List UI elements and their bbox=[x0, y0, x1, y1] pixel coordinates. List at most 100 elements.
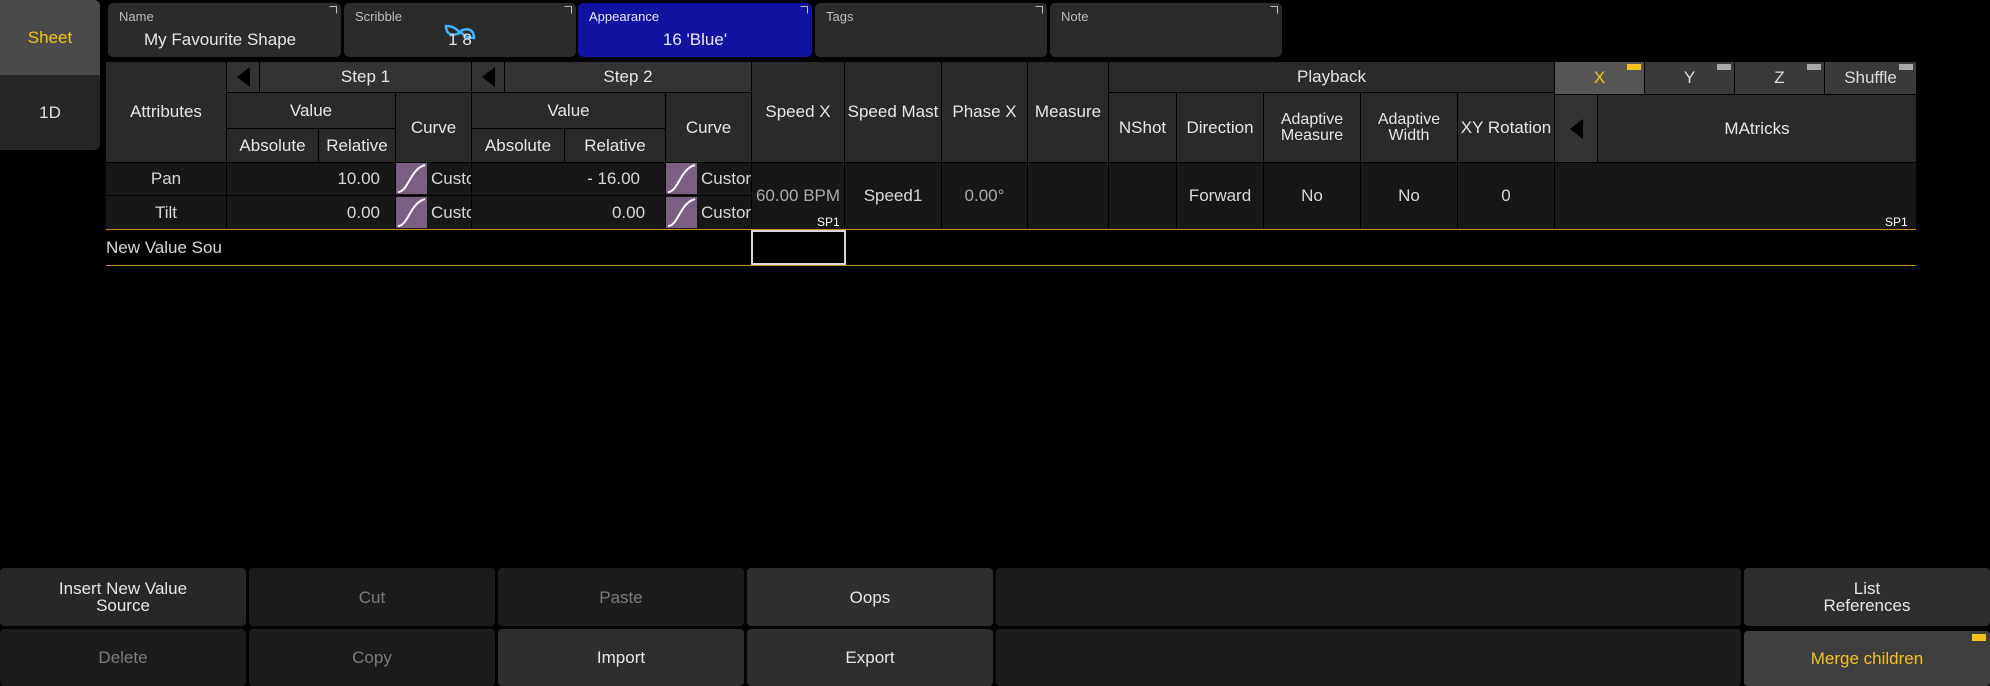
direction-header: Direction bbox=[1177, 93, 1263, 162]
scribble-field[interactable]: Scribble 1 8 bbox=[344, 3, 576, 57]
scribble-value: 1 8 bbox=[448, 30, 472, 49]
step1-value-header: Value bbox=[227, 93, 395, 128]
paste-button[interactable]: Paste bbox=[498, 568, 744, 626]
appearance-field[interactable]: Appearance 16 'Blue' bbox=[578, 3, 812, 57]
toggle-indicator bbox=[1972, 634, 1986, 641]
matricks-tab-x-label: X bbox=[1593, 68, 1606, 87]
matricks-tab-x[interactable]: X bbox=[1555, 62, 1644, 94]
step2-absolute-header: Absolute bbox=[472, 129, 564, 162]
step2-header: Step 2 bbox=[505, 62, 751, 92]
tab-marker bbox=[1717, 64, 1731, 70]
note-label: Note bbox=[1061, 9, 1089, 24]
matricks-header: MAtricks bbox=[1598, 95, 1916, 162]
edit-corner-icon bbox=[564, 6, 572, 14]
step1-tilt-curve[interactable]: Custo bbox=[396, 196, 471, 229]
cut-button[interactable]: Cut bbox=[249, 568, 495, 626]
tab-marker bbox=[1807, 64, 1821, 70]
step1-curve-header: Curve bbox=[396, 93, 471, 162]
step2-curve-header: Curve bbox=[666, 93, 751, 162]
attribute-pan[interactable]: Pan bbox=[106, 163, 226, 195]
adaptive-measure-value[interactable]: No bbox=[1264, 163, 1360, 229]
step2-tilt-curve[interactable]: Custor bbox=[666, 196, 751, 229]
selected-cell[interactable] bbox=[751, 230, 846, 265]
insert-label: Insert New Value Source bbox=[58, 579, 188, 615]
phase-x-header: Phase X bbox=[942, 62, 1027, 162]
curve-icon bbox=[666, 197, 697, 228]
matricks-tab-z[interactable]: Z bbox=[1735, 62, 1824, 94]
matricks-tab-y[interactable]: Y bbox=[1645, 62, 1734, 94]
curve-label: Custor bbox=[701, 169, 751, 188]
speed-master-value[interactable]: Speed1 bbox=[845, 163, 941, 229]
nshot-header: NShot bbox=[1109, 93, 1176, 162]
attributes-header: Attributes bbox=[106, 62, 226, 162]
step1-relative-header: Relative bbox=[319, 129, 395, 162]
step2-relative-header: Relative bbox=[565, 129, 665, 162]
arrow-left-icon bbox=[481, 67, 495, 87]
tab-sheet[interactable]: Sheet bbox=[0, 0, 100, 75]
row-divider bbox=[106, 265, 1916, 266]
curve-label: Custo bbox=[431, 169, 471, 188]
empty-button-slot bbox=[996, 629, 1741, 686]
matricks-tab-shuffle-label: Shuffle bbox=[1844, 68, 1897, 87]
tab-marker bbox=[1627, 64, 1641, 70]
adaptive-width-value[interactable]: No bbox=[1361, 163, 1457, 229]
merge-children-label: Merge children bbox=[1810, 649, 1924, 668]
matricks-prev-button[interactable] bbox=[1555, 95, 1597, 162]
arrow-left-icon bbox=[236, 67, 250, 87]
row-divider bbox=[106, 229, 1916, 230]
curve-label: Custo bbox=[431, 202, 471, 222]
step1-pan-curve[interactable]: Custo bbox=[396, 163, 471, 195]
insert-new-value-source-button[interactable]: Insert New Value Source bbox=[0, 568, 246, 626]
nshot-value[interactable] bbox=[1109, 163, 1176, 229]
oops-button[interactable]: Oops bbox=[747, 568, 993, 626]
step2-prev-button[interactable] bbox=[472, 62, 504, 92]
matricks-tag: SP1 bbox=[1885, 215, 1908, 229]
matricks-tab-shuffle[interactable]: Shuffle bbox=[1825, 62, 1916, 94]
curve-line bbox=[667, 164, 696, 193]
curve-icon bbox=[396, 197, 427, 228]
copy-button[interactable]: Copy bbox=[249, 629, 495, 686]
step2-tilt-relative[interactable]: 0.00 bbox=[472, 196, 665, 229]
list-references-label: List References bbox=[1823, 579, 1911, 615]
merge-children-button[interactable]: Merge children bbox=[1744, 631, 1990, 686]
phase-x-value[interactable]: 0.00° bbox=[942, 163, 1027, 229]
step1-tilt-relative[interactable]: 0.00 bbox=[227, 196, 395, 229]
tags-label: Tags bbox=[826, 9, 854, 24]
matricks-tab-z-label: Z bbox=[1774, 68, 1785, 87]
xy-rotation-header: XY Rotation bbox=[1458, 93, 1554, 162]
curve-line bbox=[667, 198, 696, 227]
measure-value[interactable] bbox=[1028, 163, 1108, 229]
name-label: Name bbox=[119, 9, 154, 24]
matricks-value[interactable] bbox=[1555, 163, 1916, 229]
edit-corner-icon bbox=[1035, 6, 1043, 14]
curve-line bbox=[397, 164, 426, 193]
direction-value[interactable]: Forward bbox=[1177, 163, 1263, 229]
tags-field[interactable]: Tags bbox=[815, 3, 1047, 57]
arrow-left-icon bbox=[1569, 118, 1583, 139]
step2-pan-relative[interactable]: - 16.00 bbox=[472, 163, 665, 195]
appearance-value: 16 'Blue' bbox=[662, 30, 728, 49]
curve-icon bbox=[666, 163, 697, 194]
step1-pan-relative[interactable]: 10.00 bbox=[227, 163, 395, 195]
step2-value-header: Value bbox=[472, 93, 665, 128]
import-button[interactable]: Import bbox=[498, 629, 744, 686]
export-button[interactable]: Export bbox=[747, 629, 993, 686]
step1-prev-button[interactable] bbox=[227, 62, 259, 92]
edit-corner-icon bbox=[800, 6, 808, 14]
adaptive-measure-header: Adaptive Measure bbox=[1264, 93, 1360, 162]
delete-button[interactable]: Delete bbox=[0, 629, 246, 686]
playback-header: Playback bbox=[1109, 62, 1554, 92]
xy-rotation-value[interactable]: 0 bbox=[1458, 163, 1554, 229]
edit-corner-icon bbox=[329, 6, 337, 14]
edit-corner-icon bbox=[1270, 6, 1278, 14]
list-references-button[interactable]: List References bbox=[1744, 568, 1990, 626]
tab-1d[interactable]: 1D bbox=[0, 75, 100, 150]
curve-line bbox=[397, 198, 426, 227]
step2-pan-curve[interactable]: Custor bbox=[666, 163, 751, 195]
new-value-source-row[interactable]: New Value Sou bbox=[106, 232, 226, 264]
scribble-label: Scribble bbox=[355, 9, 402, 24]
name-field[interactable]: Name My Favourite Shape bbox=[108, 3, 341, 57]
note-field[interactable]: Note bbox=[1050, 3, 1282, 57]
matricks-tab-y-label: Y bbox=[1683, 68, 1696, 87]
attribute-tilt[interactable]: Tilt bbox=[106, 196, 226, 229]
